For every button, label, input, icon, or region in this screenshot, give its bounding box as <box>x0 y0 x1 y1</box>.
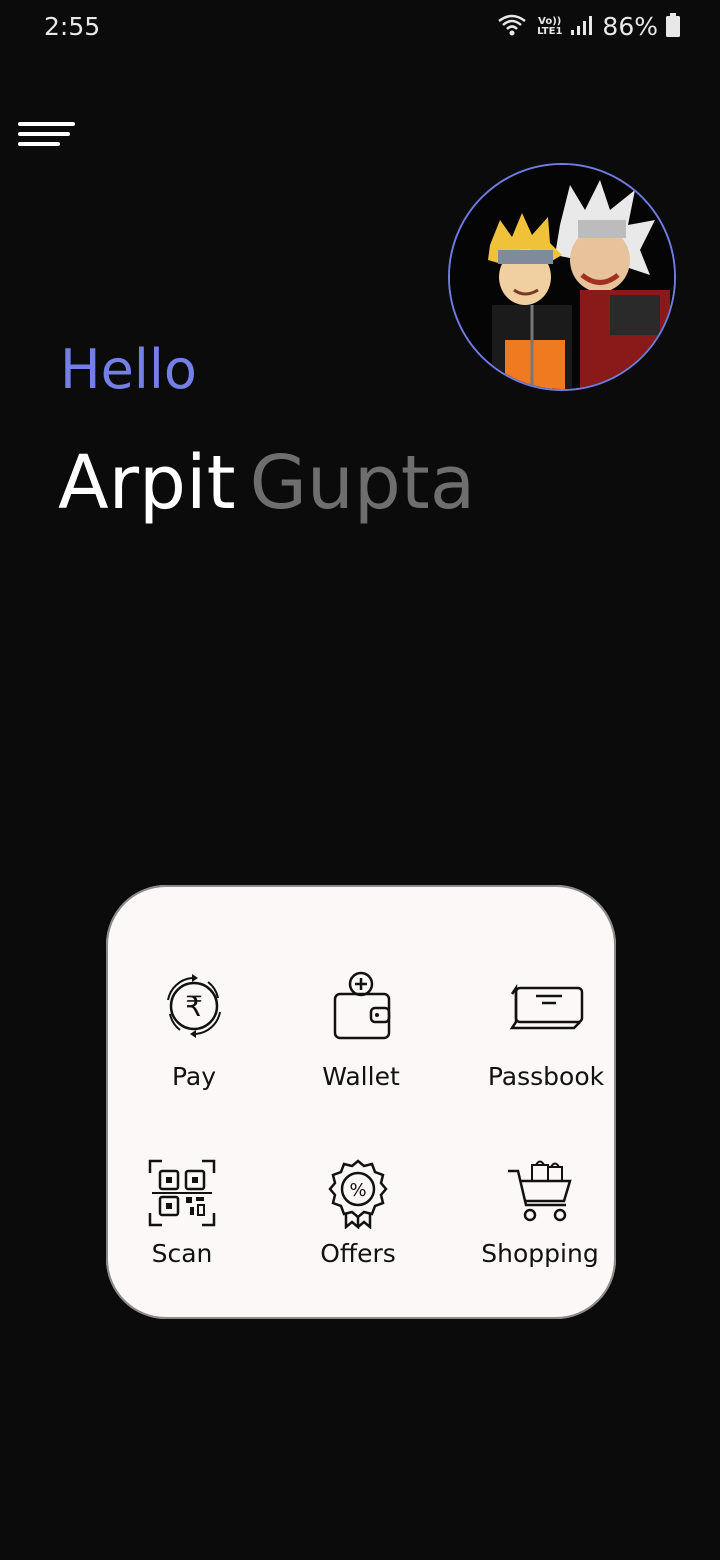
last-name: Gupta <box>249 440 476 526</box>
signal-icon <box>570 14 594 40</box>
qr-scan-icon <box>148 1159 216 1227</box>
offers-label: Offers <box>320 1239 396 1268</box>
lte-label: LTE1 <box>537 25 563 37</box>
wallet-label: Wallet <box>322 1062 400 1091</box>
menu-button[interactable] <box>18 118 78 158</box>
avatar-image <box>450 165 674 389</box>
wallet-add-icon <box>333 971 391 1040</box>
battery-percent: 86% <box>602 12 658 41</box>
passbook-label: Passbook <box>487 1062 605 1091</box>
passbook-icon <box>509 983 584 1030</box>
scan-label: Scan <box>151 1239 213 1268</box>
pay-action[interactable]: ₹ Pay <box>144 970 244 1091</box>
svg-text:₹: ₹ <box>185 990 203 1023</box>
pay-label: Pay <box>171 1062 217 1091</box>
quick-actions-card: ₹ Pay Wallet Passbook Scan % Offers Shop… <box>106 885 616 1319</box>
shopping-cart-icon <box>508 1160 572 1222</box>
wallet-action[interactable]: Wallet <box>311 970 411 1091</box>
scan-action[interactable]: Scan <box>132 1157 232 1268</box>
passbook-action[interactable]: Passbook <box>476 970 616 1091</box>
status-bar: 2:55 Vo)) LTE1 86% <box>0 0 720 56</box>
offer-badge-icon: % <box>328 1159 388 1229</box>
shopping-label: Shopping <box>481 1239 599 1268</box>
user-name: Arpit Gupta <box>58 440 475 526</box>
rupee-cycle-icon: ₹ <box>167 974 221 1038</box>
home-screen: 2:55 Vo)) LTE1 86% Hello Arpit Gupta ₹ P… <box>0 0 720 1560</box>
offers-action[interactable]: % Offers <box>308 1157 408 1268</box>
profile-avatar[interactable] <box>448 163 676 391</box>
hamburger-icon <box>18 122 75 146</box>
shopping-action[interactable]: Shopping <box>470 1157 610 1268</box>
first-name: Arpit <box>58 440 236 526</box>
svg-text:%: % <box>349 1180 366 1201</box>
status-time: 2:55 <box>44 12 101 41</box>
volte-icon: Vo)) LTE1 <box>537 16 563 37</box>
status-icons: Vo)) LTE1 86% <box>497 12 680 41</box>
greeting-hello: Hello <box>60 338 197 401</box>
wifi-icon <box>497 13 527 41</box>
battery-icon <box>666 12 680 41</box>
